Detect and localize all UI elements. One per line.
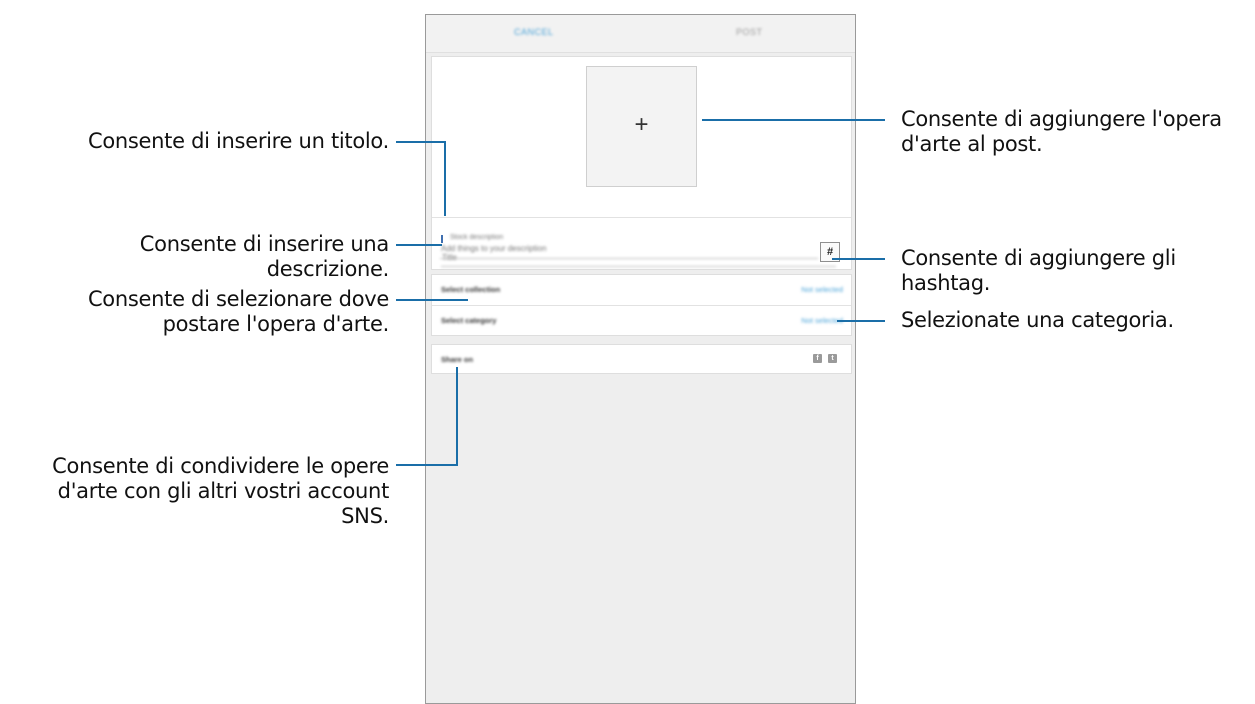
twitter-icon[interactable]: t bbox=[828, 354, 837, 363]
select-collection-label: Select collection bbox=[441, 285, 501, 294]
callout-line-category bbox=[837, 320, 885, 322]
callout-line-description bbox=[396, 244, 442, 246]
callout-category: Selezionate una categoria. bbox=[901, 308, 1174, 332]
callout-line-title-vertical bbox=[444, 141, 446, 216]
post-button[interactable]: POST bbox=[736, 27, 763, 37]
callout-line-share-vertical bbox=[456, 367, 458, 466]
callout-line-collection bbox=[396, 299, 468, 301]
add-artwork-button[interactable]: + bbox=[586, 66, 697, 187]
select-category-row[interactable]: Select category Not selected bbox=[432, 306, 851, 336]
callout-line-share bbox=[396, 464, 458, 466]
callout-artwork: Consente di aggiungere l'opera d'arte al… bbox=[901, 107, 1222, 156]
select-category-label: Select category bbox=[441, 316, 497, 325]
description-input[interactable] bbox=[440, 238, 818, 259]
select-collection-value: Not selected bbox=[801, 285, 843, 294]
facebook-icon[interactable]: f bbox=[813, 354, 822, 363]
phone-screen: CANCEL POST + Stock description # Select… bbox=[425, 14, 856, 704]
share-label: Share on bbox=[441, 355, 474, 364]
cancel-button[interactable]: CANCEL bbox=[514, 27, 554, 37]
select-card: Select collection Not selected Select ca… bbox=[431, 274, 852, 336]
plus-icon: + bbox=[634, 111, 649, 138]
select-collection-row[interactable]: Select collection Not selected bbox=[432, 275, 851, 305]
callout-line-title bbox=[396, 141, 446, 143]
callout-title: Consente di inserire un titolo. bbox=[87, 129, 389, 153]
callout-description: Consente di inserire una descrizione. bbox=[139, 232, 390, 281]
divider bbox=[432, 217, 851, 218]
share-card: Share on f t bbox=[431, 344, 852, 374]
callout-line-artwork bbox=[702, 119, 885, 121]
callout-collection: Consente di selezionare dove postare l'o… bbox=[87, 287, 389, 336]
top-bar: CANCEL POST bbox=[426, 15, 855, 53]
callout-hashtag: Consente di aggiungere gli hashtag. bbox=[901, 246, 1176, 295]
callout-share: Consente di condividere le opere d'arte … bbox=[52, 454, 389, 528]
callout-line-hashtag bbox=[832, 258, 885, 260]
